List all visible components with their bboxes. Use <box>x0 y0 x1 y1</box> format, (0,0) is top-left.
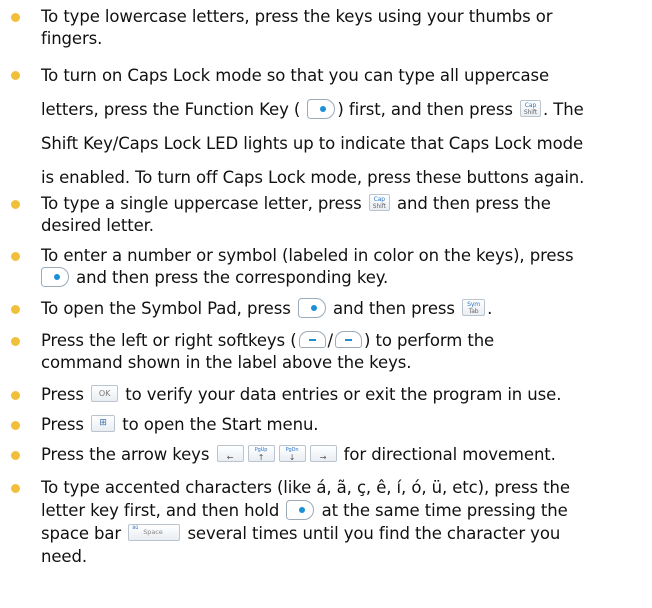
item-text: and then press <box>333 299 455 318</box>
list-item: To turn on Caps Lock mode so that you ca… <box>0 59 652 195</box>
function-key-icon <box>286 499 315 520</box>
item-text: to verify your data entries or exit the … <box>125 385 562 404</box>
item-text: for directional movement. <box>343 445 556 464</box>
function-key-icon <box>41 266 69 287</box>
item-text: desired letter. <box>41 216 154 235</box>
bullet-icon <box>11 305 20 314</box>
bullet-icon <box>11 391 20 400</box>
bullet-icon <box>11 484 20 493</box>
list-item: Press ⊞ to open the Start menu. <box>0 414 652 436</box>
bullet-icon <box>11 200 20 209</box>
bullet-icon <box>11 337 20 346</box>
item-text: several times until you find the charact… <box>187 524 561 543</box>
item-text: is enabled. To turn off Caps Lock mode, … <box>41 168 585 187</box>
list-item: Press the left or right softkeys ( / ) to … <box>0 330 652 374</box>
item-text: To type a single uppercase letter, press <box>41 194 362 213</box>
item-text: . <box>487 299 493 318</box>
item-text: letter key first, and then hold <box>41 501 280 520</box>
item-text: To type accented characters (like á, ã, … <box>41 478 570 497</box>
item-text: fingers. <box>41 29 103 48</box>
list-item: Press the arrow keys ← PgUp ↑ PgDn ↓ → for d… <box>0 444 652 466</box>
caps-shift-key-icon: Cap Shift <box>519 100 541 117</box>
bullet-icon <box>11 252 20 261</box>
bullet-icon <box>11 421 20 430</box>
list-item: To open the Symbol Pad, press and then p… <box>0 297 652 320</box>
item-text: space bar <box>41 524 122 543</box>
item-text: To turn on Caps Lock mode so that you ca… <box>41 66 550 85</box>
ok-key-icon: OK <box>91 385 119 402</box>
item-text: Press the arrow keys <box>41 445 210 464</box>
item-text: letters, press the Function Key ( <box>41 100 301 119</box>
item-text: at the same time pressing the <box>321 501 568 520</box>
item-text: ) first, and then press <box>337 100 513 119</box>
list-item: To type accented characters (like á, ã, … <box>0 476 652 568</box>
list-item: To enter a number or symbol (labeled in … <box>0 245 652 289</box>
item-text: . The <box>542 100 584 119</box>
down-arrow-key-icon: PgDn ↓ <box>278 445 306 462</box>
bullet-icon <box>11 71 20 80</box>
item-text: / <box>327 331 334 350</box>
list-item: Press OK to verify your data entries or … <box>0 384 652 406</box>
bullet-icon <box>11 13 20 22</box>
right-arrow-key-icon: → <box>309 445 337 462</box>
item-text: Shift Key/Caps Lock LED lights up to ind… <box>41 134 584 153</box>
item-text: to open the Start menu. <box>122 415 319 434</box>
item-text: Press <box>41 385 84 404</box>
start-key-icon: ⊞ <box>91 415 116 432</box>
item-text: and then press the corresponding key. <box>76 268 389 287</box>
item-text: To enter a number or symbol (labeled in … <box>41 246 574 265</box>
bullet-icon <box>11 451 20 460</box>
item-text: Press the left or right softkeys ( <box>41 331 297 350</box>
space-bar-key-icon: äü Space <box>128 524 181 541</box>
right-softkey-icon <box>335 331 363 348</box>
sym-tab-key-icon: Sym Tab <box>462 299 486 316</box>
function-key-icon <box>297 297 326 318</box>
item-text: and then press the <box>396 194 551 213</box>
item-text: To type lowercase letters, press the key… <box>41 7 553 26</box>
list-item: To type a single uppercase letter, press… <box>0 193 652 237</box>
caps-shift-key-icon: Cap Shift <box>368 194 390 211</box>
item-text: Press <box>41 415 84 434</box>
left-arrow-key-icon: ← <box>216 445 244 462</box>
function-key-icon <box>307 98 336 119</box>
item-text: To open the Symbol Pad, press <box>41 299 291 318</box>
left-softkey-icon <box>298 331 326 348</box>
up-arrow-key-icon: PgUp ↑ <box>247 445 275 462</box>
item-text: ) to perform the <box>364 331 495 350</box>
item-text: command shown in the label above the key… <box>41 353 412 372</box>
item-text: need. <box>41 547 87 566</box>
list-item: To type lowercase letters, press the key… <box>0 6 652 50</box>
